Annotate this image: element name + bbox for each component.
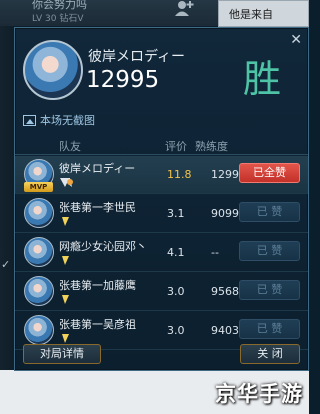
- match-result: 胜: [243, 57, 282, 101]
- add-friend-icon[interactable]: [174, 0, 194, 16]
- avatar: [24, 315, 54, 345]
- rank-badge-icon: [62, 217, 69, 226]
- rating-value: 3.1: [167, 207, 185, 220]
- like-button[interactable]: 已 赞: [239, 241, 300, 261]
- screenshot-link[interactable]: 本场无截图: [23, 112, 95, 128]
- teammate-name: 张巷第一吴彦祖: [59, 318, 136, 331]
- column-team: 队友: [59, 140, 81, 153]
- match-details-button[interactable]: 对局详情: [23, 344, 101, 364]
- like-button[interactable]: 已 赞: [239, 202, 300, 222]
- table-row: MVP 彼岸メロディー 11.8 12995 已全赞: [15, 156, 308, 194]
- like-all-button[interactable]: 已全赞: [239, 163, 300, 183]
- close-button[interactable]: 关 闭: [240, 344, 300, 364]
- rank-badge-icon: [62, 295, 69, 304]
- side-strip: [0, 26, 14, 414]
- teammate-name: 网瘾少女沁园邓丶: [59, 240, 147, 253]
- rating-value: 3.0: [167, 324, 185, 337]
- power-value: --: [211, 246, 219, 259]
- rank-badge-icon: [60, 178, 73, 187]
- rank-badge-icon: [62, 334, 69, 343]
- column-rating: 评价: [165, 140, 187, 153]
- column-power: 熟练度: [195, 140, 228, 153]
- like-button[interactable]: 已 赞: [239, 319, 300, 339]
- screenshot-label: 本场无截图: [40, 114, 95, 127]
- match-result-popup: ✕ 彼岸メロディー 12995 胜 本场无截图 队友 评价 熟练度 MVP 彼岸…: [14, 27, 309, 371]
- table-row: 网瘾少女沁园邓丶 4.1 -- 已 赞: [15, 234, 308, 272]
- teammate-name: 彼岸メロディー: [59, 162, 136, 175]
- avatar: [24, 276, 54, 306]
- power-value: 9403: [211, 324, 239, 337]
- avatar: [24, 198, 54, 228]
- rating-value: 11.8: [167, 168, 192, 181]
- mvp-badge: MVP: [24, 182, 53, 192]
- teammate-name: 张巷第一加藤鹰: [59, 279, 136, 292]
- chat-bubble: 他是来自: [218, 0, 309, 27]
- hero-player-name: 彼岸メロディー: [88, 49, 186, 65]
- power-value: 9568: [211, 285, 239, 298]
- close-icon[interactable]: ✕: [290, 32, 302, 48]
- table-row: 张巷第一加藤鹰 3.0 9568 已 赞: [15, 273, 308, 311]
- rating-value: 3.0: [167, 285, 185, 298]
- power-value: 9099: [211, 207, 239, 220]
- image-icon: [23, 114, 36, 126]
- checkbox-mark[interactable]: ✓: [1, 258, 10, 271]
- teammate-name: 张巷第一李世民: [59, 201, 136, 214]
- header-divider: [15, 154, 308, 155]
- rating-value: 4.1: [167, 246, 185, 259]
- table-row: 张巷第一李世民 3.1 9099 已 赞: [15, 195, 308, 233]
- hero-score: 12995: [86, 67, 160, 93]
- hero-avatar: [23, 40, 83, 100]
- watermark: 京华手游: [215, 382, 303, 406]
- avatar: [24, 237, 54, 267]
- rank-badge-icon: [62, 256, 69, 265]
- like-button[interactable]: 已 赞: [239, 280, 300, 300]
- player-level: LV 30 钻石V: [32, 14, 84, 24]
